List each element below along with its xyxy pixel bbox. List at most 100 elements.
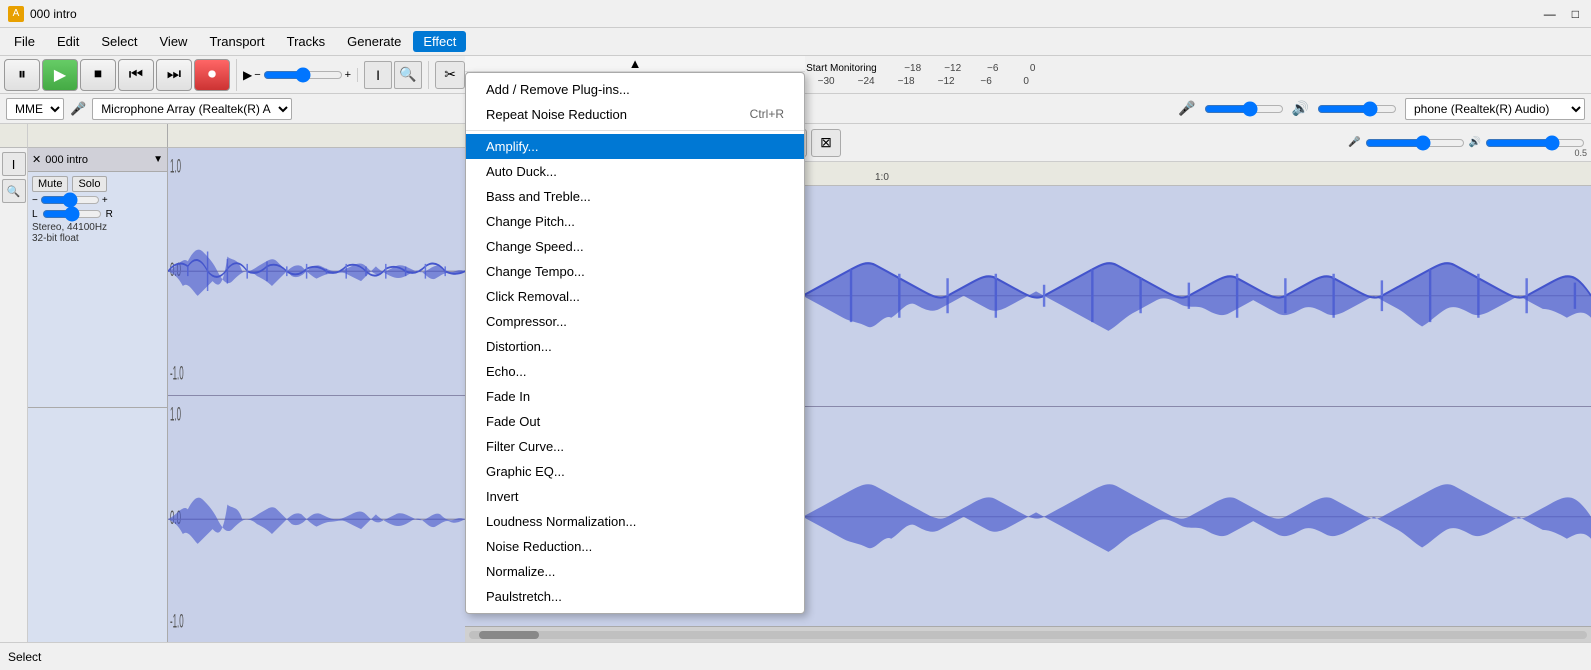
tick-rm18: −18 — [886, 76, 926, 87]
tools-sidebar: I 🔍 — [0, 148, 28, 642]
menu-edit[interactable]: Edit — [47, 31, 89, 52]
menu-select[interactable]: Select — [91, 31, 147, 52]
svg-text:-1.0: -1.0 — [170, 363, 184, 385]
menu-bar: File Edit Select View Transport Tracks G… — [0, 28, 1591, 56]
cut-button[interactable]: ✂ — [435, 61, 465, 89]
effect-echo[interactable]: Echo... — [466, 359, 804, 384]
playback-scale: −18 −12 −6 0 — [893, 63, 1053, 74]
effect-repeat-noise-label: Repeat Noise Reduction — [486, 107, 627, 122]
pan-r: R — [106, 209, 113, 220]
play-button[interactable]: ▶ — [42, 59, 78, 91]
effect-change-tempo[interactable]: Change Tempo... — [466, 259, 804, 284]
effect-change-pitch[interactable]: Change Pitch... — [466, 209, 804, 234]
skip-end-button[interactable]: ⏭ — [156, 59, 192, 91]
effect-graphic-eq[interactable]: Graphic EQ... — [466, 459, 804, 484]
track-close[interactable]: ✕ — [32, 153, 41, 166]
right-zoom-sel-btn[interactable]: ⊠ — [811, 129, 841, 157]
gain-plus: + — [102, 195, 108, 206]
menu-view[interactable]: View — [150, 31, 198, 52]
svg-text:1.0: 1.0 — [170, 156, 181, 178]
effect-invert-label: Invert — [486, 489, 519, 504]
input-device-select[interactable]: Microphone Array (Realtek(R) Au — [92, 98, 292, 120]
mute-button[interactable]: Mute — [32, 176, 68, 192]
maximize-button[interactable]: □ — [1568, 7, 1583, 21]
cursor-tool[interactable]: I — [364, 61, 392, 89]
mic-level-slider[interactable] — [1204, 103, 1284, 115]
effect-add-remove-plugins[interactable]: Add / Remove Plug-ins... — [466, 77, 804, 102]
play-level-slider[interactable] — [1485, 135, 1585, 151]
left-panel: I 🔍 ✕ 000 intro ▼ — [0, 124, 465, 642]
gain-minus: − — [32, 195, 38, 206]
left-waveform-ruler — [168, 124, 465, 148]
mic-level-icon: 🎤 — [1178, 100, 1195, 117]
track-dropdown[interactable]: ▼ — [153, 154, 163, 165]
playback-level-slider[interactable] — [1317, 103, 1397, 115]
left-wf-channel-1[interactable]: 1.0 0.0 -1.0 — [168, 148, 465, 396]
effect-auto-duck[interactable]: Auto Duck... — [466, 159, 804, 184]
menu-generate[interactable]: Generate — [337, 31, 411, 52]
tick-rm6: −6 — [966, 76, 1006, 87]
effect-filter-curve[interactable]: Filter Curve... — [466, 434, 804, 459]
title-bar-controls: — □ — [1540, 7, 1583, 21]
effect-noise-reduction[interactable]: Noise Reduction... — [466, 534, 804, 559]
left-wf-channel-2[interactable]: 1.0 0.0 -1.0 — [168, 396, 465, 643]
effect-paulstretch[interactable]: Paulstretch... — [466, 584, 804, 609]
minimize-button[interactable]: — — [1540, 7, 1560, 21]
menu-transport[interactable]: Transport — [199, 31, 274, 52]
effect-change-pitch-label: Change Pitch... — [486, 214, 575, 229]
effect-change-speed[interactable]: Change Speed... — [466, 234, 804, 259]
status-bar: Select — [0, 642, 1591, 670]
effect-paulstretch-label: Paulstretch... — [486, 589, 562, 604]
stop-button[interactable]: ⏹ — [80, 59, 116, 91]
track-controls-area: ✕ 000 intro ▼ Mute Solo — [28, 148, 168, 642]
output-device-select[interactable]: phone (Realtek(R) Audio) — [1405, 98, 1585, 120]
effect-bass-treble[interactable]: Bass and Treble... — [466, 184, 804, 209]
title-bar-left: A 000 intro — [8, 6, 77, 22]
effect-normalize[interactable]: Normalize... — [466, 559, 804, 584]
ruler-60: 1:0 — [875, 172, 889, 183]
scroll-up-button[interactable]: ▲ — [465, 56, 805, 72]
effect-distortion-label: Distortion... — [486, 339, 552, 354]
effect-compressor[interactable]: Compressor... — [466, 309, 804, 334]
effect-loudness-norm-label: Loudness Normalization... — [486, 514, 636, 529]
magnify-tool[interactable]: 🔍 — [2, 179, 26, 203]
pan-slider[interactable] — [42, 208, 102, 220]
effect-distortion[interactable]: Distortion... — [466, 334, 804, 359]
effect-fade-in[interactable]: Fade In — [466, 384, 804, 409]
gain-slider[interactable] — [40, 194, 100, 206]
effect-invert[interactable]: Invert — [466, 484, 804, 509]
menu-tracks[interactable]: Tracks — [277, 31, 336, 52]
title-bar: A 000 intro — □ — [0, 0, 1591, 28]
effect-repeat-noise[interactable]: Repeat Noise Reduction Ctrl+R — [466, 102, 804, 127]
scrollbar-thumb[interactable] — [479, 631, 539, 639]
effect-bass-treble-label: Bass and Treble... — [486, 189, 591, 204]
left-wf-svg-1: 1.0 0.0 -1.0 — [168, 148, 465, 395]
tick-rm12: −12 — [926, 76, 966, 87]
tick-r0: 0 — [1006, 76, 1046, 87]
speed-slider[interactable] — [263, 68, 343, 82]
effect-loudness-norm[interactable]: Loudness Normalization... — [466, 509, 804, 534]
track-header: ✕ 000 intro ▼ — [28, 148, 167, 172]
app-wrapper: A 000 intro — □ File Edit Select View Tr… — [0, 0, 1591, 670]
effect-add-remove-label: Add / Remove Plug-ins... — [486, 82, 630, 97]
effect-click-removal[interactable]: Click Removal... — [466, 284, 804, 309]
selection-tool[interactable]: I — [2, 152, 26, 176]
scrollbar-track[interactable] — [469, 631, 1587, 639]
effect-fade-out[interactable]: Fade Out — [466, 409, 804, 434]
right-device-controls: 🎤 🔊 phone (Realtek(R) Audio) — [1178, 98, 1585, 120]
track-name: 000 intro — [45, 154, 149, 166]
menu-file[interactable]: File — [4, 31, 45, 52]
h-scrollbar[interactable] — [465, 626, 1591, 642]
host-select[interactable]: MME — [6, 98, 64, 120]
effect-echo-label: Echo... — [486, 364, 526, 379]
menu-effect[interactable]: Effect — [413, 31, 466, 52]
rec-level-slider[interactable] — [1365, 135, 1465, 151]
skip-start-button[interactable]: ⏮ — [118, 59, 154, 91]
left-ruler-row — [0, 124, 465, 148]
effect-amplify[interactable]: Amplify... — [466, 134, 804, 159]
pause-button[interactable]: ⏸ — [4, 59, 40, 91]
solo-button[interactable]: Solo — [72, 176, 106, 192]
zoom-tool[interactable]: 🔍 — [394, 61, 422, 89]
window-title: 000 intro — [30, 7, 77, 21]
record-button[interactable]: ⏺ — [194, 59, 230, 91]
